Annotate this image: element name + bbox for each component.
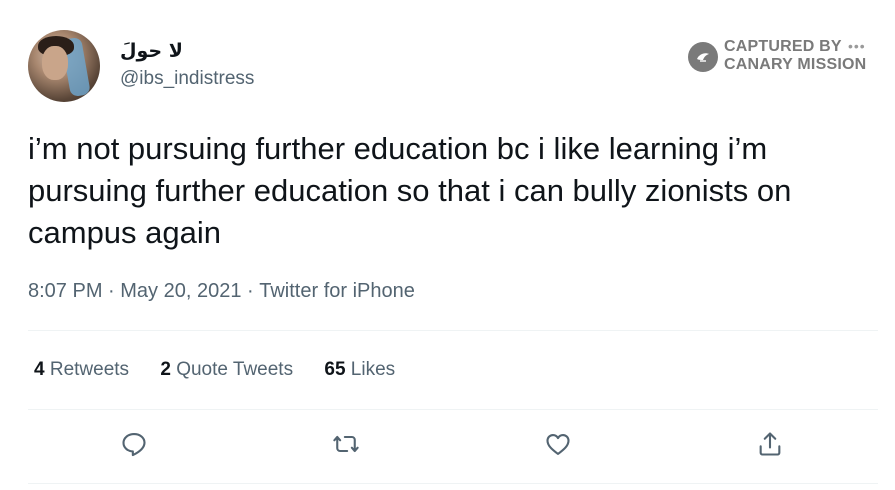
retweet-icon [333,435,359,453]
engagement-stats: 4 Retweets 2 Quote Tweets 65 Likes [34,359,421,381]
quote-tweets-stat[interactable]: 2 Quote Tweets [160,359,293,381]
reply-icon [122,433,146,457]
display-name[interactable]: لا حولَ [120,40,183,62]
meta-separator: · [102,280,121,302]
retweets-label: Retweets [44,359,130,380]
watermark: CAPTURED BY ••• CANARY MISSION [688,38,878,78]
watermark-line2: CANARY MISSION [724,56,867,73]
tweet-card: لا حولَ @ibs_indistress CAPTURED BY ••• … [0,0,895,490]
heart-icon [546,433,570,455]
likes-count: 65 [324,359,346,380]
quote-tweets-count: 2 [160,359,171,380]
divider [28,409,878,410]
user-handle[interactable]: @ibs_indistress [120,68,254,90]
retweets-count: 4 [34,359,45,380]
like-button[interactable] [542,428,574,460]
retweet-button[interactable] [330,428,362,460]
reply-button[interactable] [118,428,150,460]
meta-separator: · [241,280,260,302]
watermark-dots: ••• [848,38,866,54]
share-button[interactable] [754,428,786,460]
quote-tweets-label: Quote Tweets [170,359,294,380]
share-icon [759,432,781,456]
tweet-text: i’m not pursuing further education bc i … [28,131,792,250]
avatar[interactable] [28,30,100,102]
tweet-time[interactable]: 8:07 PM [28,280,102,303]
action-bar [0,428,895,464]
divider [28,483,878,484]
divider [28,330,878,331]
likes-label: Likes [345,359,396,380]
watermark-line1: CAPTURED BY [724,38,842,55]
avatar-face-shape [42,46,68,80]
retweets-stat[interactable]: 4 Retweets [34,359,129,381]
tweet-meta: 8:07 PM · May 20, 2021 · Twitter for iPh… [28,280,415,303]
bird-badge-icon [688,42,718,72]
likes-stat[interactable]: 65 Likes [324,359,395,381]
tweet-date[interactable]: May 20, 2021 [120,280,241,303]
tweet-source[interactable]: Twitter for iPhone [259,280,415,303]
